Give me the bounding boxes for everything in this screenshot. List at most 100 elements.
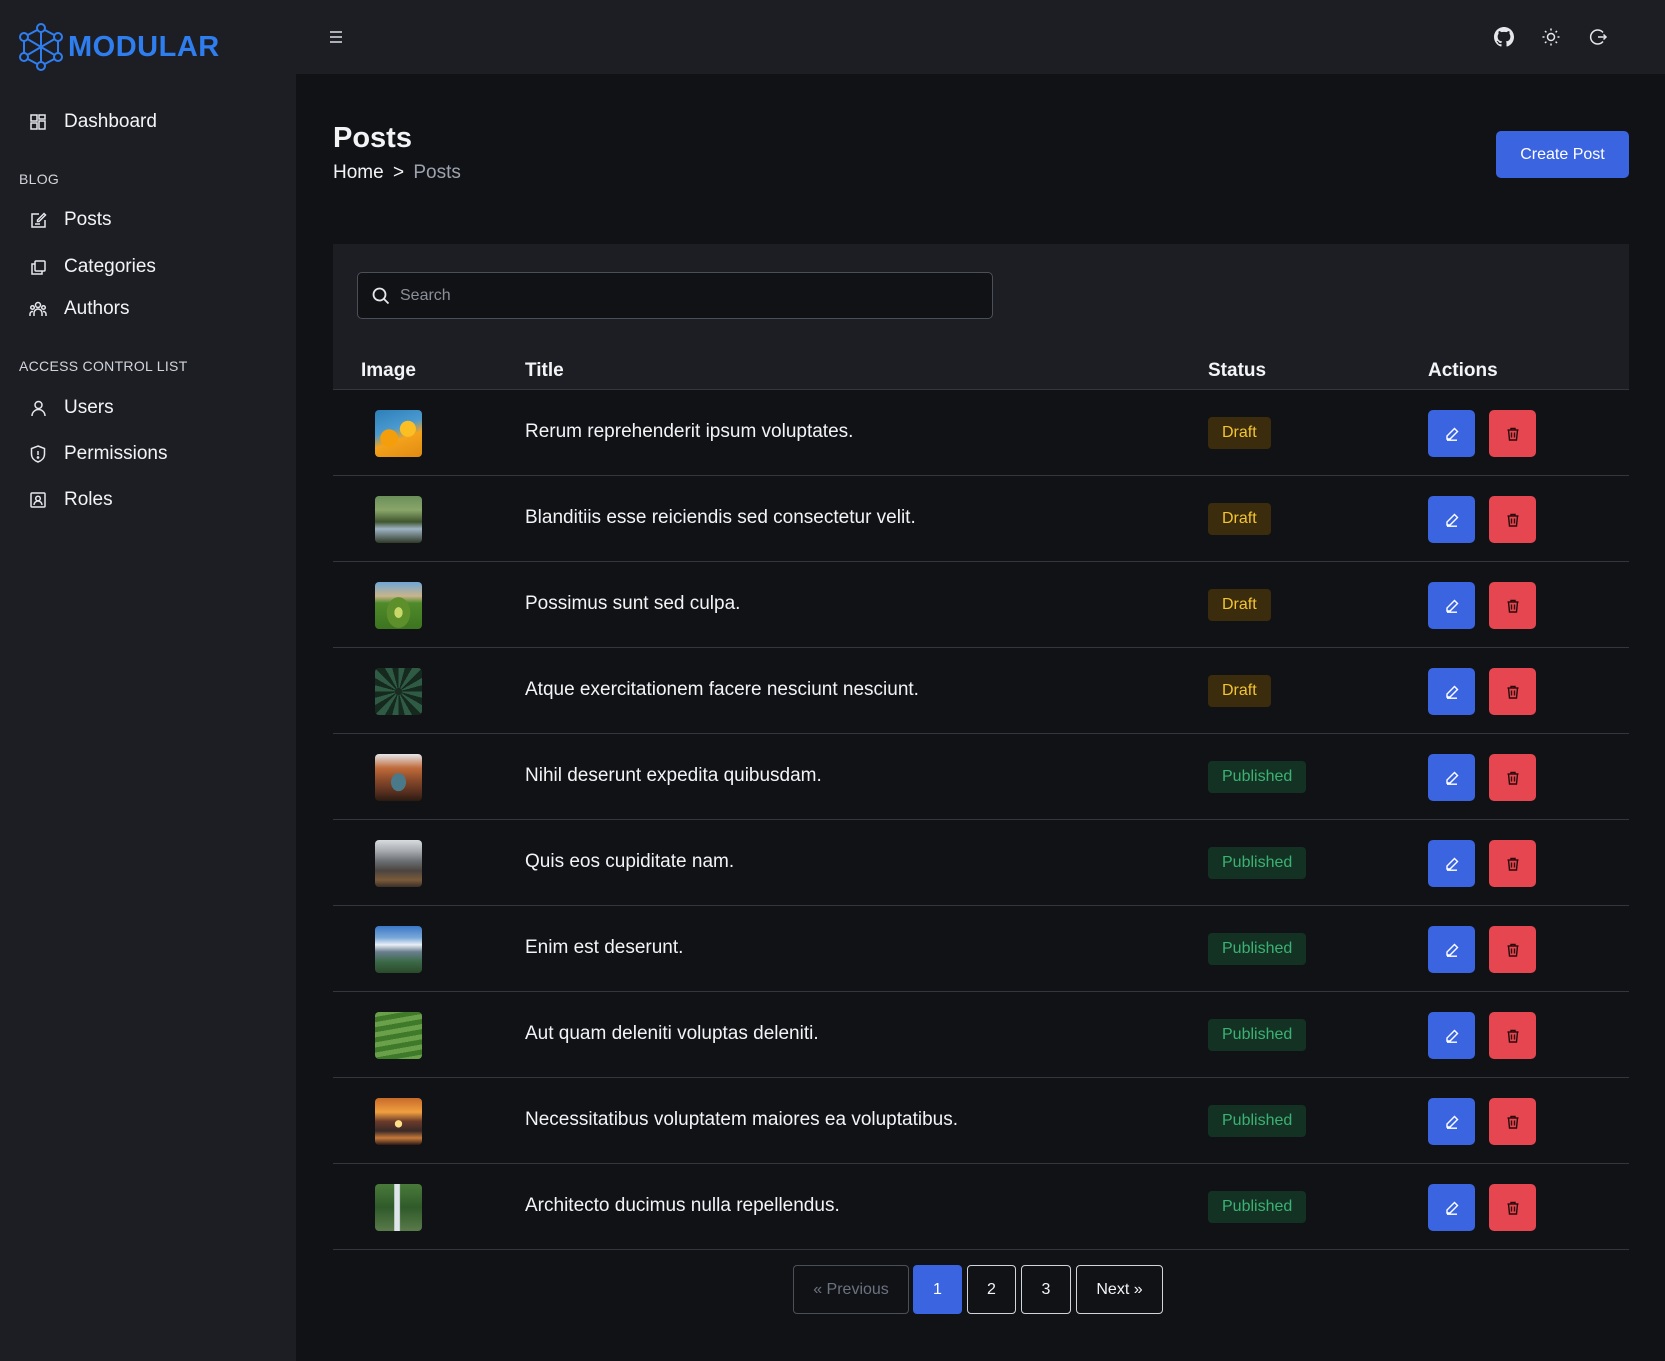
delete-button[interactable]: [1489, 668, 1536, 715]
post-title: Blanditiis esse reiciendis sed consectet…: [525, 507, 916, 528]
search-input[interactable]: [400, 286, 980, 305]
delete-button[interactable]: [1489, 1012, 1536, 1059]
table-row: Rerum reprehenderit ipsum voluptates. Dr…: [333, 389, 1629, 475]
sidebar-item-authors[interactable]: Authors: [28, 298, 129, 320]
edit-button[interactable]: [1428, 840, 1475, 887]
edit-button[interactable]: [1428, 926, 1475, 973]
delete-button[interactable]: [1489, 1098, 1536, 1145]
edit-button[interactable]: [1428, 1098, 1475, 1145]
post-title: Architecto ducimus nulla repellendus.: [525, 1195, 840, 1216]
users-group-icon: [28, 299, 48, 319]
edit-button[interactable]: [1428, 1012, 1475, 1059]
pencil-icon: [1445, 685, 1458, 699]
table-row: Quis eos cupiditate nam. Published: [333, 819, 1629, 905]
breadcrumb: Home > Posts: [333, 162, 461, 184]
post-title: Necessitatibus voluptatem maiores ea vol…: [525, 1109, 959, 1130]
edit-button[interactable]: [1428, 1184, 1475, 1231]
delete-button[interactable]: [1489, 410, 1536, 457]
pencil-icon: [1445, 943, 1458, 957]
pencil-icon: [1445, 1115, 1458, 1129]
trash-icon: [1507, 427, 1518, 441]
status-badge: Published: [1208, 1191, 1307, 1223]
logo-icon: [19, 23, 63, 71]
column-header-status[interactable]: Status: [1208, 360, 1266, 382]
trash-icon: [1507, 943, 1518, 957]
trash-icon: [1507, 1201, 1518, 1215]
post-thumbnail: [375, 582, 422, 629]
trash-icon: [1507, 1115, 1518, 1129]
logout-icon[interactable]: [1588, 27, 1608, 47]
github-icon[interactable]: [1494, 27, 1514, 47]
sidebar-item-label: Authors: [64, 298, 130, 319]
post-title: Atque exercitationem facere nesciunt nes…: [525, 679, 919, 700]
post-title: Quis eos cupiditate nam.: [525, 851, 735, 872]
post-thumbnail: [375, 926, 422, 973]
status-badge: Published: [1208, 1105, 1307, 1137]
status-badge: Published: [1208, 847, 1307, 879]
breadcrumb-separator: >: [392, 162, 405, 183]
status-badge: Published: [1208, 1019, 1307, 1051]
pagination-next[interactable]: Next »: [1076, 1265, 1163, 1314]
sidebar-item-label: Categories: [64, 256, 156, 277]
pagination-previous[interactable]: « Previous: [793, 1265, 909, 1314]
table-row: Aut quam deleniti voluptas deleniti. Pub…: [333, 991, 1629, 1077]
status-badge: Draft: [1208, 503, 1271, 535]
pencil-icon: [1445, 1201, 1458, 1215]
edit-button[interactable]: [1428, 754, 1475, 801]
menu-icon[interactable]: [326, 28, 346, 46]
post-title: Aut quam deleniti voluptas deleniti.: [525, 1023, 819, 1044]
logo[interactable]: MODULAR: [18, 22, 220, 72]
sidebar-item-label: Users: [64, 397, 114, 418]
pagination-page-3[interactable]: 3: [1021, 1265, 1071, 1314]
column-header-actions: Actions: [1428, 360, 1498, 381]
nav-section-acl: ACCESS CONTROL LIST: [19, 358, 188, 374]
topbar: [296, 0, 1665, 74]
column-header-title[interactable]: Title: [525, 360, 564, 382]
delete-button[interactable]: [1489, 582, 1536, 629]
pencil-icon: [1445, 1029, 1458, 1043]
table-row: Architecto ducimus nulla repellendus. Pu…: [333, 1163, 1629, 1249]
sidebar-item-posts[interactable]: Posts: [28, 209, 112, 231]
pagination-page-2[interactable]: 2: [967, 1265, 1016, 1314]
sidebar-item-label: Posts: [64, 209, 112, 230]
trash-icon: [1507, 685, 1518, 699]
column-header-image[interactable]: Image: [361, 360, 416, 382]
sidebar-item-users[interactable]: Users: [28, 397, 114, 419]
table-toolbar: Image Title Status Actions: [333, 244, 1629, 389]
create-post-button[interactable]: Create Post: [1496, 131, 1629, 178]
id-badge-icon: [28, 490, 48, 510]
trash-icon: [1507, 513, 1518, 527]
breadcrumb-current: Posts: [413, 162, 461, 183]
sidebar: MODULAR Dashboard BLOG Posts Categories …: [0, 0, 296, 1361]
delete-button[interactable]: [1489, 840, 1536, 887]
sidebar-item-roles[interactable]: Roles: [28, 489, 113, 511]
pagination-page-1[interactable]: 1: [913, 1265, 962, 1314]
post-thumbnail: [375, 840, 422, 887]
post-thumbnail: [375, 1184, 422, 1231]
copy-icon: [28, 257, 48, 277]
status-badge: Draft: [1208, 417, 1271, 449]
edit-button[interactable]: [1428, 410, 1475, 457]
edit-button[interactable]: [1428, 496, 1475, 543]
pencil-icon: [1445, 599, 1458, 613]
shield-icon: [28, 444, 48, 464]
pencil-icon: [1445, 513, 1458, 527]
edit-button[interactable]: [1428, 582, 1475, 629]
sidebar-item-label: Permissions: [64, 443, 168, 464]
nav-section-blog: BLOG: [19, 171, 60, 187]
table-row: Atque exercitationem facere nesciunt nes…: [333, 647, 1629, 733]
status-badge: Published: [1208, 761, 1307, 793]
delete-button[interactable]: [1489, 496, 1536, 543]
delete-button[interactable]: [1489, 1184, 1536, 1231]
delete-button[interactable]: [1489, 754, 1536, 801]
sidebar-item-categories[interactable]: Categories: [28, 256, 156, 278]
sidebar-item-dashboard[interactable]: Dashboard: [28, 111, 157, 133]
edit-button[interactable]: [1428, 668, 1475, 715]
sun-icon[interactable]: [1541, 27, 1561, 47]
page-title: Posts: [333, 122, 412, 154]
delete-button[interactable]: [1489, 926, 1536, 973]
breadcrumb-home[interactable]: Home: [333, 162, 384, 183]
pencil-icon: [1445, 771, 1458, 785]
sidebar-item-permissions[interactable]: Permissions: [28, 443, 167, 465]
edit-document-icon: [28, 210, 48, 230]
